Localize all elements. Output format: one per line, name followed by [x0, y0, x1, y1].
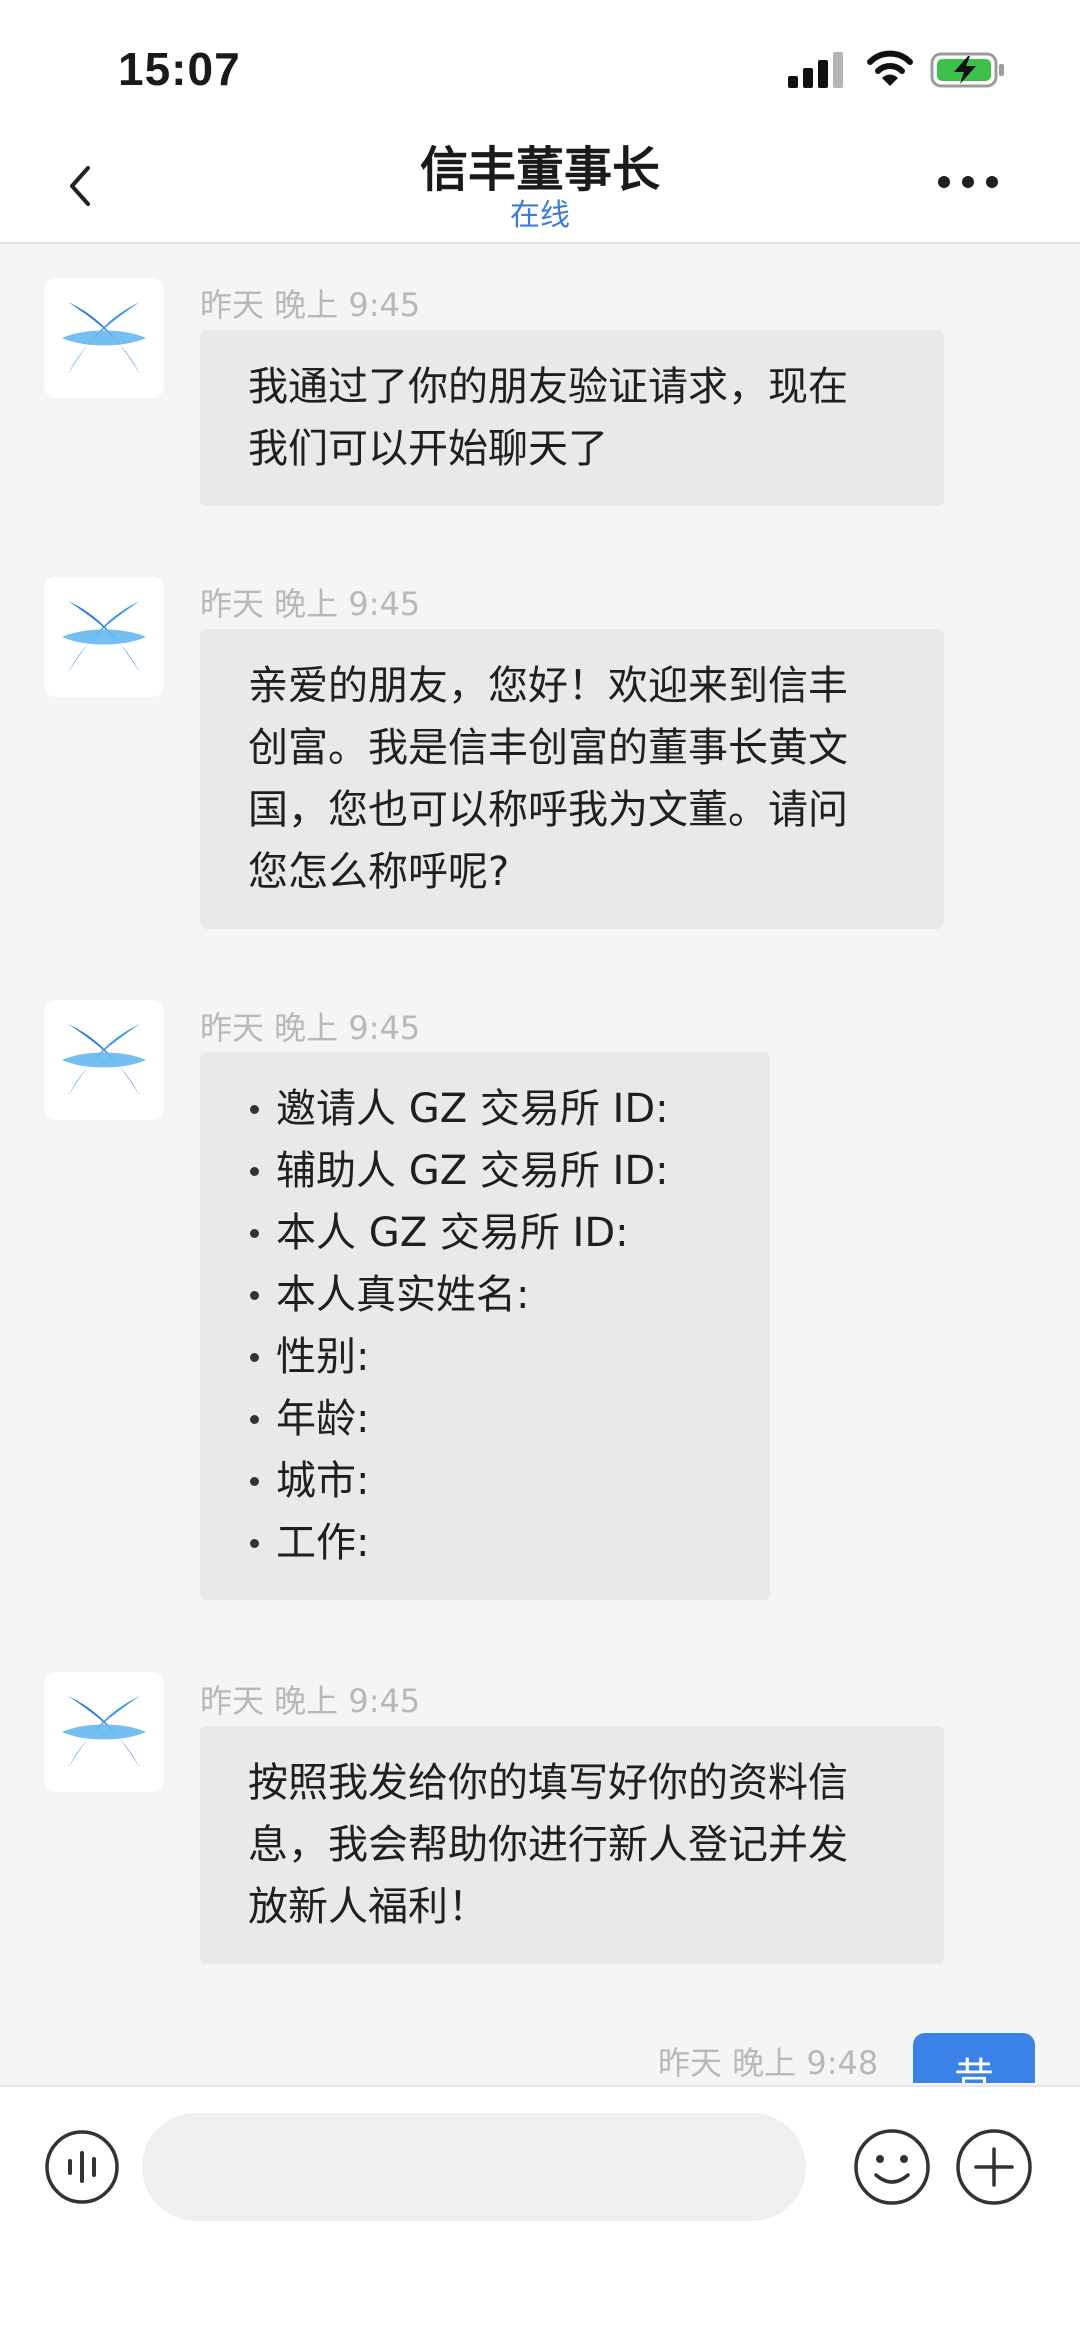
- message-text: 按照我发给你的填写好你的资料信 息，我会帮助你进行新人登记并发 放新人福利！: [248, 1760, 848, 1930]
- list-item: 性别:: [246, 1326, 740, 1388]
- message-bubble[interactable]: 亲爱的朋友，您好！欢迎来到信丰 创富。我是信丰创富的董事长黄文 国，您也可以称呼…: [200, 629, 944, 929]
- message-text: 亲爱的朋友，您好！欢迎来到信丰 创富。我是信丰创富的董事长黄文 国，您也可以称呼…: [248, 663, 848, 895]
- avatar[interactable]: [44, 577, 164, 697]
- online-status: 在线: [510, 198, 570, 233]
- message-text: 我通过了你的朋友验证请求，现在 我们可以开始聊天了: [248, 364, 848, 472]
- list-item: 邀请人 GZ 交易所 ID:: [246, 1078, 740, 1140]
- message-time: 昨天 晚上 9:45: [200, 1682, 421, 1720]
- avatar[interactable]: [44, 1672, 164, 1792]
- message-bubble-sent[interactable]: 昔: [913, 2033, 1035, 2083]
- message-bubble[interactable]: 我通过了你的朋友验证请求，现在 我们可以开始聊天了: [200, 330, 944, 506]
- message-input[interactable]: [142, 2113, 806, 2221]
- emoji-icon[interactable]: [852, 2127, 932, 2207]
- list-item: 城市:: [246, 1450, 740, 1512]
- battery-charging-icon: [930, 52, 1004, 88]
- form-field-list: 邀请人 GZ 交易所 ID: 辅助人 GZ 交易所 ID: 本人 GZ 交易所 …: [200, 1052, 770, 1600]
- signal-icon: [788, 52, 843, 88]
- company-logo-icon: [62, 302, 146, 374]
- message-time: 昨天 晚上 9:45: [200, 1009, 421, 1047]
- list-item: 本人真实姓名:: [246, 1264, 740, 1326]
- list-item: 本人 GZ 交易所 ID:: [246, 1202, 740, 1264]
- message-bubble[interactable]: 邀请人 GZ 交易所 ID: 辅助人 GZ 交易所 ID: 本人 GZ 交易所 …: [200, 1052, 770, 1600]
- message-bubble[interactable]: 按照我发给你的填写好你的资料信 息，我会帮助你进行新人登记并发 放新人福利！: [200, 1726, 944, 1964]
- list-item: 工作:: [246, 1512, 740, 1574]
- more-horizontal-icon[interactable]: [936, 170, 1000, 194]
- chat-header: 信丰董事长 在线: [0, 130, 1080, 244]
- message-text: 昔: [954, 2055, 994, 2083]
- company-logo-icon: [62, 601, 146, 673]
- list-item: 年龄:: [246, 1388, 740, 1450]
- message-time: 昨天 晚上 9:45: [200, 585, 421, 623]
- message-time: 昨天 晚上 9:48: [658, 2044, 879, 2082]
- voice-icon[interactable]: [44, 2129, 120, 2205]
- status-bar: 15:07: [0, 0, 1080, 130]
- avatar[interactable]: [44, 278, 164, 398]
- company-logo-icon: [62, 1696, 146, 1768]
- input-bar: [0, 2085, 1080, 2339]
- status-time: 15:07: [118, 43, 241, 95]
- plus-icon[interactable]: [954, 2127, 1034, 2207]
- company-logo-icon: [62, 1024, 146, 1096]
- message-time: 昨天 晚上 9:45: [200, 286, 421, 324]
- avatar[interactable]: [44, 1000, 164, 1120]
- wifi-icon: [867, 50, 913, 86]
- list-item: 辅助人 GZ 交易所 ID:: [246, 1140, 740, 1202]
